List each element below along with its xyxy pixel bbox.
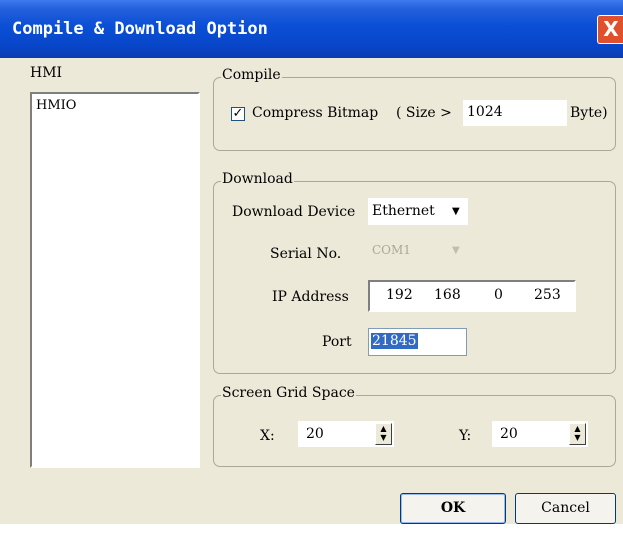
port-value: 21845 xyxy=(371,333,418,349)
download-group-title: Download xyxy=(221,171,294,187)
port-input[interactable]: 21845 xyxy=(368,328,467,356)
ok-button[interactable]: OK xyxy=(400,493,506,524)
compress-bitmap-checkbox[interactable]: ✓ xyxy=(231,107,245,121)
close-icon[interactable]: X xyxy=(597,15,623,44)
ip-address-input[interactable]: 192 168 0 253 xyxy=(368,280,576,312)
hmi-list[interactable]: HMIO xyxy=(30,92,200,468)
hmi-list-item[interactable]: HMIO xyxy=(36,98,76,113)
chevron-down-icon[interactable]: ▼ xyxy=(452,206,460,217)
serial-no-value: COM1 xyxy=(372,243,411,257)
ip-octet-3[interactable]: 0 xyxy=(494,287,503,303)
chevron-down-icon: ▼ xyxy=(452,245,460,256)
download-device-value: Ethernet xyxy=(372,203,435,219)
cancel-button[interactable]: Cancel xyxy=(515,493,616,524)
ip-octet-1[interactable]: 192 xyxy=(386,287,413,303)
grid-x-label: X: xyxy=(260,428,275,444)
download-device-select[interactable]: Ethernet ▼ xyxy=(368,198,468,225)
unit-label: Byte) xyxy=(570,105,608,121)
serial-no-label: Serial No. xyxy=(270,246,342,262)
spin-updown-icon[interactable]: ▲ ▼ xyxy=(569,423,586,445)
hmi-label: HMI xyxy=(30,65,63,81)
compress-bitmap-label: Compress Bitmap xyxy=(252,105,379,121)
compile-group-title: Compile xyxy=(221,67,282,83)
ip-octet-4[interactable]: 253 xyxy=(534,287,561,303)
size-value: 1024 xyxy=(467,104,503,120)
port-label: Port xyxy=(322,334,352,350)
size-label: ( Size > xyxy=(396,105,452,121)
download-device-label: Download Device xyxy=(232,204,356,220)
dialog-title: Compile & Download Option xyxy=(12,19,268,39)
spin-updown-icon[interactable]: ▲ ▼ xyxy=(375,423,392,445)
title-bar[interactable]: Compile & Download Option X xyxy=(0,0,623,58)
bottom-strip xyxy=(0,524,623,540)
ip-address-label: IP Address xyxy=(272,289,349,305)
dialog-window: Compile & Download Option X HMI HMIO Com… xyxy=(0,0,623,540)
grid-y-value: 20 xyxy=(500,426,518,442)
grid-space-group-title: Screen Grid Space xyxy=(221,385,356,401)
ip-octet-2[interactable]: 168 xyxy=(434,287,461,303)
grid-x-value: 20 xyxy=(306,426,324,442)
grid-y-label: Y: xyxy=(459,428,472,444)
serial-no-select: COM1 ▼ xyxy=(368,240,468,264)
size-input[interactable]: 1024 xyxy=(463,100,567,126)
